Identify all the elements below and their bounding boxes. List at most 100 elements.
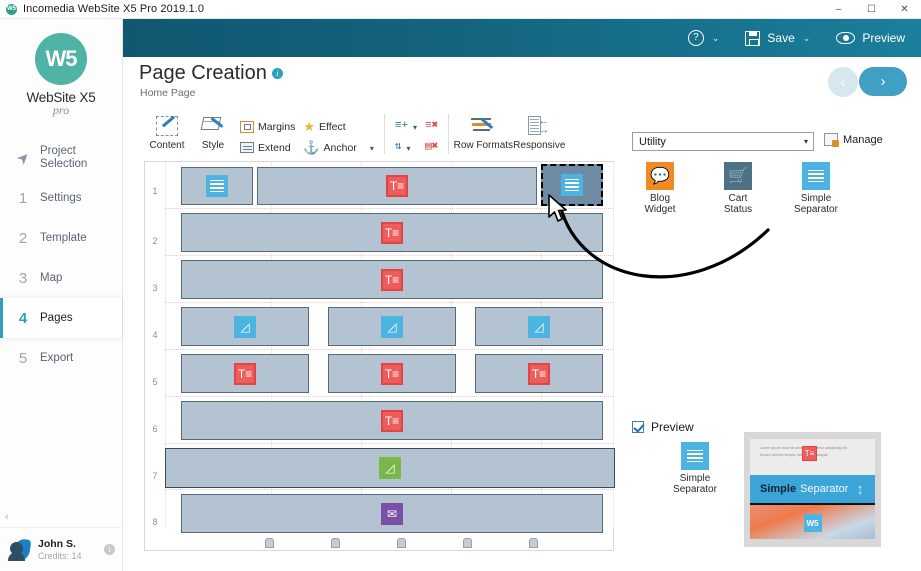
mouse-cursor-icon [548,194,567,222]
widget-blog[interactable]: 💬 Blog Widget [632,162,688,215]
chevron-down-icon[interactable]: ⌄ [803,33,811,44]
height-arrow-icon: ↕ [856,480,864,498]
preview-checkbox-row[interactable]: Preview [632,420,694,434]
maximize-button[interactable]: ☐ [855,0,888,19]
page-title-text: Page Creation [139,62,267,84]
grid-cell-text[interactable]: T≡ [257,167,537,205]
top-toolbar: ? ⌄ Save ⌄ Preview [123,19,921,57]
window-title: Incomedia WebSite X5 Pro 2019.1.0 [23,3,205,15]
widget-label: Simple Separator [794,193,838,215]
anchor-dropdown[interactable]: ▾ [361,137,378,158]
anchor-marker-icon[interactable] [463,538,472,548]
page-title: Page Creation i [139,62,283,85]
manage-button[interactable]: Manage [824,133,883,147]
save-label: Save [767,31,795,45]
category-select[interactable]: Utility ▾ [632,132,814,151]
floppy-disk-icon [745,30,761,46]
grid-cell-text[interactable]: T≡ [475,354,603,393]
info-icon[interactable]: i [104,544,115,555]
grid-cell-image[interactable]: ◿ [181,307,309,346]
grid-cell-separator[interactable] [181,167,253,205]
sidebar-collapse-icon[interactable]: ‹ [5,511,9,523]
widget-simple-separator[interactable]: Simple Separator [788,162,844,215]
grid-cell-text[interactable]: T≡ [181,401,603,440]
preview-button[interactable]: Preview [836,31,905,45]
grid-cell-text[interactable]: T≡ [181,213,603,252]
text-icon: T≡ [381,409,403,432]
style-button[interactable]: Style [190,110,236,160]
previous-step-button[interactable]: ‹ [828,67,858,97]
responsive-icon: ← → [528,113,550,139]
chevron-down-icon[interactable]: ▾ [406,144,410,153]
row-number: 6 [152,424,158,434]
sidebar-item-project-selection[interactable]: ➤ Project Selection [0,138,122,178]
sidebar-item-map[interactable]: 3 Map [0,258,122,298]
object-library-panel: Utility ▾ Manage 💬 Blog Widget 🛒 Cart Stat… [626,110,921,550]
insert-row-button[interactable]: ≡+ ▾ [391,116,421,137]
row-number: 2 [152,236,158,246]
anchor-button[interactable]: ⚓ Anchor [299,137,360,158]
effect-anchor-group: ★ Effect ⚓ Anchor [299,110,360,160]
chevron-down-icon[interactable]: ▾ [804,137,808,146]
user-account-box[interactable]: John S. Credits: 14 i [0,527,123,571]
preview-widget-label: Simple Separator [673,473,717,495]
grid-cell-image[interactable]: ◿ [475,307,603,346]
sidebar-item-export[interactable]: 5 Export [0,338,122,378]
effect-button[interactable]: ★ Effect [299,116,360,137]
grid-row: T≡ [165,162,613,209]
separator-lines-icon [681,442,709,470]
help-button[interactable]: ? ⌄ [687,30,720,46]
responsive-button[interactable]: ← → Responsive [511,110,567,160]
row-number: 5 [152,377,158,387]
row-formats-button[interactable]: Row Formats [454,110,513,160]
thumbnail-photo-block: W5 [750,505,875,539]
anchor-marker-icon[interactable] [265,538,274,548]
style-label: Style [201,140,225,151]
thumbnail-logo-icon: W5 [803,514,822,532]
grid-cell-text[interactable]: T≡ [328,354,456,393]
next-step-button[interactable]: › [859,67,907,96]
save-button[interactable]: Save ⌄ [745,30,811,46]
sidebar-item-number: 1 [18,189,28,207]
grid-cell-text[interactable]: T≡ [181,260,603,299]
move-row-button[interactable]: ⇅ ▾ [391,137,421,158]
grid-cell-text[interactable]: T≡ [181,354,309,393]
grid-cell-email[interactable]: ✉ [181,494,603,533]
anchor-marker-icon[interactable] [529,538,538,548]
extend-icon [240,142,254,153]
sidebar-item-template[interactable]: 2 Template [0,218,122,258]
content-button[interactable]: Content [144,110,190,160]
widget-cart-status[interactable]: 🛒 Cart Status [710,162,766,215]
info-icon[interactable]: i [271,68,283,79]
breadcrumb: Home Page [140,87,196,99]
row-delete-group: ≡✖ ▤✖ [421,110,442,160]
grid-cell-gallery[interactable]: ◿ [165,448,615,488]
widget-list: 💬 Blog Widget 🛒 Cart Status Simple Separato… [632,162,866,215]
blog-bubble-icon: 💬 [646,162,674,190]
grid-cell-image[interactable]: ◿ [328,307,456,346]
margins-button[interactable]: Margins [236,116,299,137]
delete-row-button[interactable]: ≡✖ [421,116,442,137]
effect-label: Effect [319,120,346,133]
text-icon: T≡ [386,175,408,197]
separator-lines-icon [206,175,228,197]
preview-checkbox[interactable] [632,421,644,433]
email-icon: ✉ [381,502,403,525]
row-insert-group: ≡+ ▾ ⇅ ▾ [391,110,421,160]
row-number: 4 [152,330,158,340]
chevron-down-icon[interactable]: ▾ [370,144,374,153]
user-credits: Credits: 14 [38,551,82,561]
image-icon: ◿ [234,315,256,338]
sidebar-item-settings[interactable]: 1 Settings [0,178,122,218]
logo-mark: W5 [35,33,87,85]
close-button[interactable]: ✕ [888,0,921,19]
extend-button[interactable]: Extend [236,137,299,158]
chevron-down-icon[interactable]: ⌄ [712,33,720,44]
anchor-marker-icon[interactable] [331,538,340,548]
clear-cells-button[interactable]: ▤✖ [421,137,442,158]
minimize-button[interactable]: – [822,0,855,19]
anchor-marker-icon[interactable] [397,538,406,548]
question-circle-icon: ? [687,30,704,46]
sidebar-item-pages[interactable]: 4 Pages [0,298,122,338]
chevron-down-icon[interactable]: ▾ [413,123,417,132]
